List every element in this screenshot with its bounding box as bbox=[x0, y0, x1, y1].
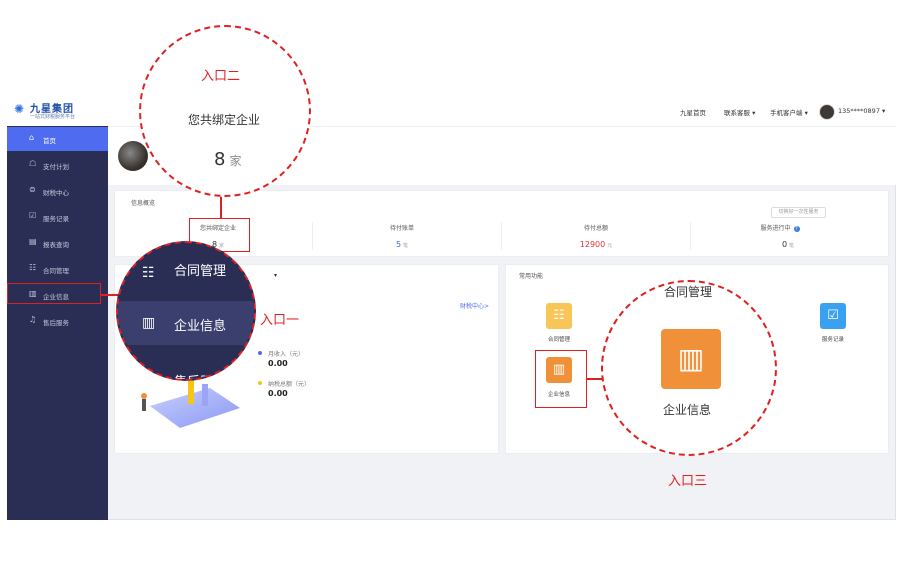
sidebar-item-after-sales[interactable]: ♫ 售后服务 bbox=[7, 309, 108, 333]
callout-bound-text: 您共绑定企业 bbox=[188, 113, 261, 127]
sidebar-item-label: 售后服务 bbox=[43, 319, 69, 327]
zoom-company-icon: ▥ bbox=[142, 315, 156, 331]
stat-label-total-due: 待付总额 bbox=[583, 225, 608, 232]
user-avatar[interactable] bbox=[819, 104, 835, 120]
sidebar-item-payment-plan[interactable]: ☖ 支付计划 bbox=[7, 153, 108, 177]
income-label: 月收入（元） bbox=[268, 351, 305, 358]
tax-value: 0.00 bbox=[268, 389, 288, 398]
tax-label: 纳税总额（元） bbox=[268, 381, 311, 388]
tax-center-link[interactable]: 财税中心> bbox=[460, 301, 489, 310]
contact-dropdown[interactable]: 联系客服 ▾ bbox=[724, 107, 755, 117]
entry-two-label: 入口二 bbox=[201, 69, 241, 84]
mobile-client-dropdown[interactable]: 手机客户端 ▾ bbox=[770, 107, 808, 117]
sidebar-item-label: 支付计划 bbox=[43, 163, 69, 171]
sidebar-item-contract[interactable]: ☷ 合同管理 bbox=[7, 257, 108, 281]
service-record-icon[interactable]: ☑ bbox=[820, 303, 846, 329]
overview-title: 信息概览 bbox=[131, 200, 156, 207]
entry-three-label: 入口三 bbox=[668, 474, 708, 489]
report-icon: ▤ bbox=[29, 237, 37, 246]
callout-entry-one: ☷ 合同管理 ▥ 企业信息 ♫ 售后服务 bbox=[116, 241, 256, 381]
tax-legend-dot bbox=[258, 381, 262, 385]
logo-icon: ✺ bbox=[14, 102, 25, 116]
contract-icon: ☷ bbox=[29, 263, 37, 272]
sidebar-item-label: 财税中心 bbox=[43, 189, 69, 197]
income-legend-dot bbox=[258, 351, 262, 355]
sidebar-item-label: 合同管理 bbox=[43, 267, 69, 275]
sidebar-item-home[interactable]: ⌂ 首页 bbox=[7, 127, 108, 151]
stat-value-pending-bills[interactable]: 5笔 bbox=[342, 240, 462, 249]
tax-center-icon: ⊜ bbox=[29, 185, 36, 194]
entry-one-label: 入口一 bbox=[260, 313, 300, 328]
stat-value-total-due[interactable]: 12900 元 bbox=[536, 240, 656, 249]
highlight-function-company bbox=[535, 350, 587, 408]
stat-label-pending-bills: 待付账单 bbox=[389, 225, 414, 232]
functions-title: 常用功能 bbox=[519, 273, 544, 280]
divider bbox=[501, 222, 502, 250]
user-menu[interactable]: 135****0897 ▾ bbox=[838, 107, 885, 115]
zoom-company-label: 企业信息 bbox=[174, 319, 227, 334]
function-contract-label: 合同管理 bbox=[547, 337, 570, 343]
sidebar-item-report[interactable]: ▤ 报表查询 bbox=[7, 231, 108, 255]
sidebar-item-label: 服务记录 bbox=[43, 215, 69, 223]
profile-avatar bbox=[118, 141, 148, 171]
stat-label-in-service: 服务进行中? bbox=[760, 225, 800, 232]
stat-value-in-service[interactable]: 0笔 bbox=[728, 240, 848, 249]
record-icon: ☑ bbox=[29, 211, 37, 220]
zoom-contract-text: 合同管理 bbox=[664, 285, 713, 299]
info-icon: ? bbox=[793, 225, 800, 232]
home-icon: ⌂ bbox=[29, 133, 35, 142]
sidebar-item-label: 报表查询 bbox=[43, 241, 69, 249]
contract-icon[interactable]: ☷ bbox=[546, 303, 572, 329]
zoom-company-text: 企业信息 bbox=[663, 403, 712, 417]
callout-bound-value: 8家 bbox=[214, 149, 242, 170]
brand-logo[interactable]: ✺ 九星集团 一站式财税服务平台 bbox=[14, 100, 106, 124]
zoom-company-icon: ▥ bbox=[661, 329, 721, 389]
income-value: 0.00 bbox=[268, 359, 288, 368]
service-icon: ♫ bbox=[29, 315, 37, 324]
zoom-contract-icon: ☷ bbox=[142, 265, 155, 281]
function-service-record-label: 服务记录 bbox=[821, 337, 844, 343]
switch-service-button[interactable]: 切换好一次性服务 bbox=[771, 207, 826, 218]
divider bbox=[312, 222, 313, 250]
nav-home-link[interactable]: 九星首页 bbox=[680, 107, 706, 117]
payment-plan-icon: ☖ bbox=[29, 159, 37, 168]
sidebar-item-tax-center[interactable]: ⊜ 财税中心 bbox=[7, 179, 108, 203]
divider bbox=[690, 222, 691, 250]
brand-tagline: 一站式财税服务平台 bbox=[30, 114, 76, 120]
period-dropdown[interactable]: ▾ bbox=[274, 272, 277, 279]
highlight-sidebar-company bbox=[7, 283, 101, 304]
sidebar-item-service-record[interactable]: ☑ 服务记录 bbox=[7, 205, 108, 229]
sidebar-item-label: 首页 bbox=[43, 137, 56, 145]
zoom-contract-label: 合同管理 bbox=[174, 264, 227, 279]
